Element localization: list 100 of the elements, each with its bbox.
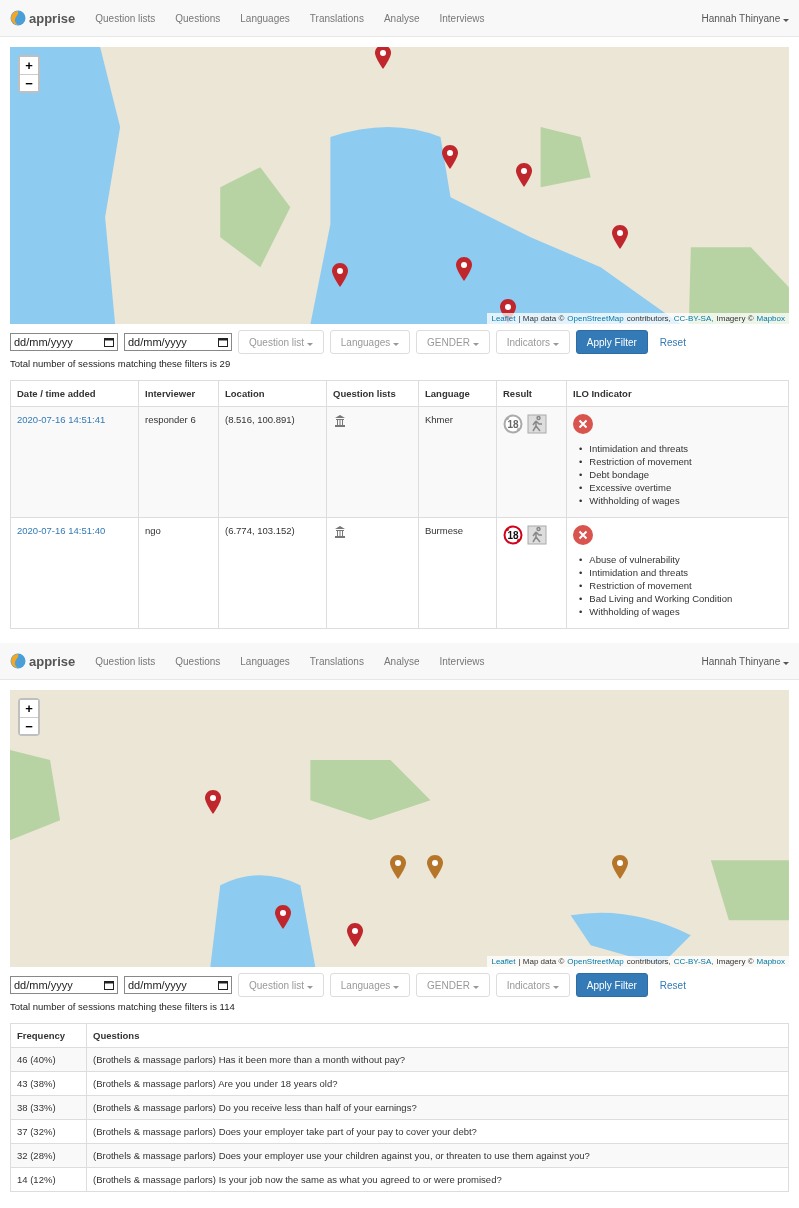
indicator-item: Debt bondage: [589, 468, 650, 481]
attribution-text: Imagery ©: [716, 314, 754, 323]
filter-dropdown[interactable]: Question list: [238, 973, 324, 997]
table-cell: (Brothels & massage parlors) Is your job now the same as what you agreed to or were promised?: [86, 1168, 788, 1191]
bullet-mark: •: [579, 442, 583, 455]
indicator-item: Withholding of wages: [589, 605, 680, 618]
reset-link[interactable]: Reset: [659, 979, 686, 991]
nav-link[interactable]: Interviews: [439, 12, 485, 24]
nav-link[interactable]: Translations: [309, 655, 364, 667]
license-link[interactable]: CC-BY-SA,: [673, 957, 714, 966]
filter-dropdown[interactable]: Languages: [329, 330, 411, 354]
date-field[interactable]: dd/mm/yyyy: [10, 976, 118, 994]
bullet-mark: •: [579, 553, 583, 566]
table-cell: (Brothels & massage parlors) Does your employer use your children against you, or threaten to use them against you?: [86, 1144, 788, 1167]
nav-link[interactable]: Translations: [309, 12, 364, 24]
caret-icon: [472, 985, 479, 989]
apply-filter-button[interactable]: Apply Filter: [575, 973, 648, 997]
map-pin-icon[interactable]: [427, 855, 443, 879]
mapbox-link[interactable]: Mapbox: [756, 314, 785, 323]
map-pin-icon[interactable]: [390, 855, 406, 879]
bullet-mark: •: [579, 579, 583, 592]
map-pin-icon[interactable]: [332, 263, 348, 287]
failed-icon: [573, 414, 593, 434]
filter-dropdown[interactable]: Languages: [329, 973, 411, 997]
table-cell-text: 38 (33%): [16, 1101, 57, 1115]
table-cell-text: 32 (28%): [16, 1149, 57, 1163]
attribution-text: Imagery ©: [716, 957, 754, 966]
calendar-icon[interactable]: [104, 337, 114, 347]
logo-icon: [10, 653, 26, 669]
bullet-mark: •: [579, 566, 583, 579]
map-pin-icon[interactable]: [442, 145, 458, 169]
filter-dropdown[interactable]: Question list: [238, 330, 324, 354]
table-cell-text: 37 (32%): [16, 1125, 57, 1139]
caret-icon: [472, 342, 479, 346]
map-pin-icon[interactable]: [612, 855, 628, 879]
table-cell: responder 6: [138, 407, 218, 517]
filter-dropdown[interactable]: Indicators: [495, 973, 570, 997]
zoom-out-button[interactable]: −: [20, 74, 38, 91]
nav-link[interactable]: Questions: [175, 655, 221, 667]
calendar-icon[interactable]: [218, 337, 228, 347]
indicator-item: Withholding of wages: [589, 494, 680, 507]
table-cell: ngo: [138, 518, 218, 628]
failed-icon: [573, 525, 593, 545]
zoom-out-button[interactable]: −: [20, 717, 38, 734]
table-cell-text: 14 (12%): [16, 1173, 57, 1187]
map-pin-icon[interactable]: [612, 225, 628, 249]
filter-dropdown[interactable]: Indicators: [495, 330, 570, 354]
exit-door-icon: [527, 414, 547, 434]
caret-icon: [783, 18, 789, 22]
table-cell: (8.516, 100.891): [218, 407, 326, 517]
nav-link[interactable]: Languages: [240, 655, 290, 667]
column-header: Date / time added: [16, 387, 97, 401]
map-pin-icon[interactable]: [205, 790, 221, 814]
date-field[interactable]: dd/mm/yyyy: [124, 333, 232, 351]
openstreetmap-link[interactable]: OpenStreetMap: [567, 957, 624, 966]
date-field[interactable]: dd/mm/yyyy: [10, 333, 118, 351]
brand-name[interactable]: apprise: [29, 653, 76, 669]
reset-link[interactable]: Reset: [659, 336, 686, 348]
session-link[interactable]: 2020-07-16 14:51:40: [17, 525, 106, 536]
filter-dropdown[interactable]: GENDER: [416, 330, 490, 354]
session-link[interactable]: 2020-07-16 14:51:41: [17, 414, 106, 425]
nav-link[interactable]: Analyse: [383, 655, 420, 667]
nav-link[interactable]: Interviews: [439, 655, 485, 667]
indicator-item: Excessive overtime: [589, 481, 672, 494]
caret-icon: [552, 985, 559, 989]
map-pin-icon[interactable]: [456, 257, 472, 281]
indicator-item: Bad Living and Working Condition: [589, 592, 733, 605]
nav-link[interactable]: Questions: [175, 12, 221, 24]
map-pin-icon[interactable]: [375, 47, 391, 69]
user-menu[interactable]: Hannah Thinyane: [701, 655, 789, 667]
bullet-mark: •: [579, 592, 583, 605]
calendar-icon[interactable]: [104, 980, 114, 990]
caret-icon: [393, 342, 400, 346]
nav-link[interactable]: Question lists: [95, 655, 156, 667]
attribution-text: contributors,: [626, 957, 671, 966]
map-pin-icon[interactable]: [516, 163, 532, 187]
mapbox-link[interactable]: Mapbox: [756, 957, 785, 966]
indicator-item: Abuse of vulnerability: [589, 553, 680, 566]
user-menu[interactable]: Hannah Thinyane: [701, 12, 789, 24]
map-pin-icon[interactable]: [347, 923, 363, 947]
leaflet-link[interactable]: Leaflet: [491, 314, 516, 323]
brand-name[interactable]: apprise: [29, 10, 76, 26]
leaflet-link[interactable]: Leaflet: [491, 957, 516, 966]
nav-link[interactable]: Languages: [240, 12, 290, 24]
table-cell: Khmer: [418, 407, 496, 517]
indicator-item: Restriction of movement: [589, 455, 692, 468]
age-restriction-icon: 18: [503, 414, 523, 434]
filter-dropdown[interactable]: GENDER: [416, 973, 490, 997]
table-cell-text: 43 (38%): [16, 1077, 57, 1091]
apply-filter-button[interactable]: Apply Filter: [575, 330, 648, 354]
nav-link[interactable]: Analyse: [383, 12, 420, 24]
nav-link[interactable]: Question lists: [95, 12, 156, 24]
table-cell: Burmese: [418, 518, 496, 628]
session-count-text: Total number of sessions matching these filters is 29: [10, 358, 232, 369]
license-link[interactable]: CC-BY-SA,: [673, 314, 714, 323]
map-pin-icon[interactable]: [275, 905, 291, 929]
openstreetmap-link[interactable]: OpenStreetMap: [567, 314, 624, 323]
attribution-text: | Map data ©: [518, 314, 565, 323]
calendar-icon[interactable]: [218, 980, 228, 990]
date-field[interactable]: dd/mm/yyyy: [124, 976, 232, 994]
